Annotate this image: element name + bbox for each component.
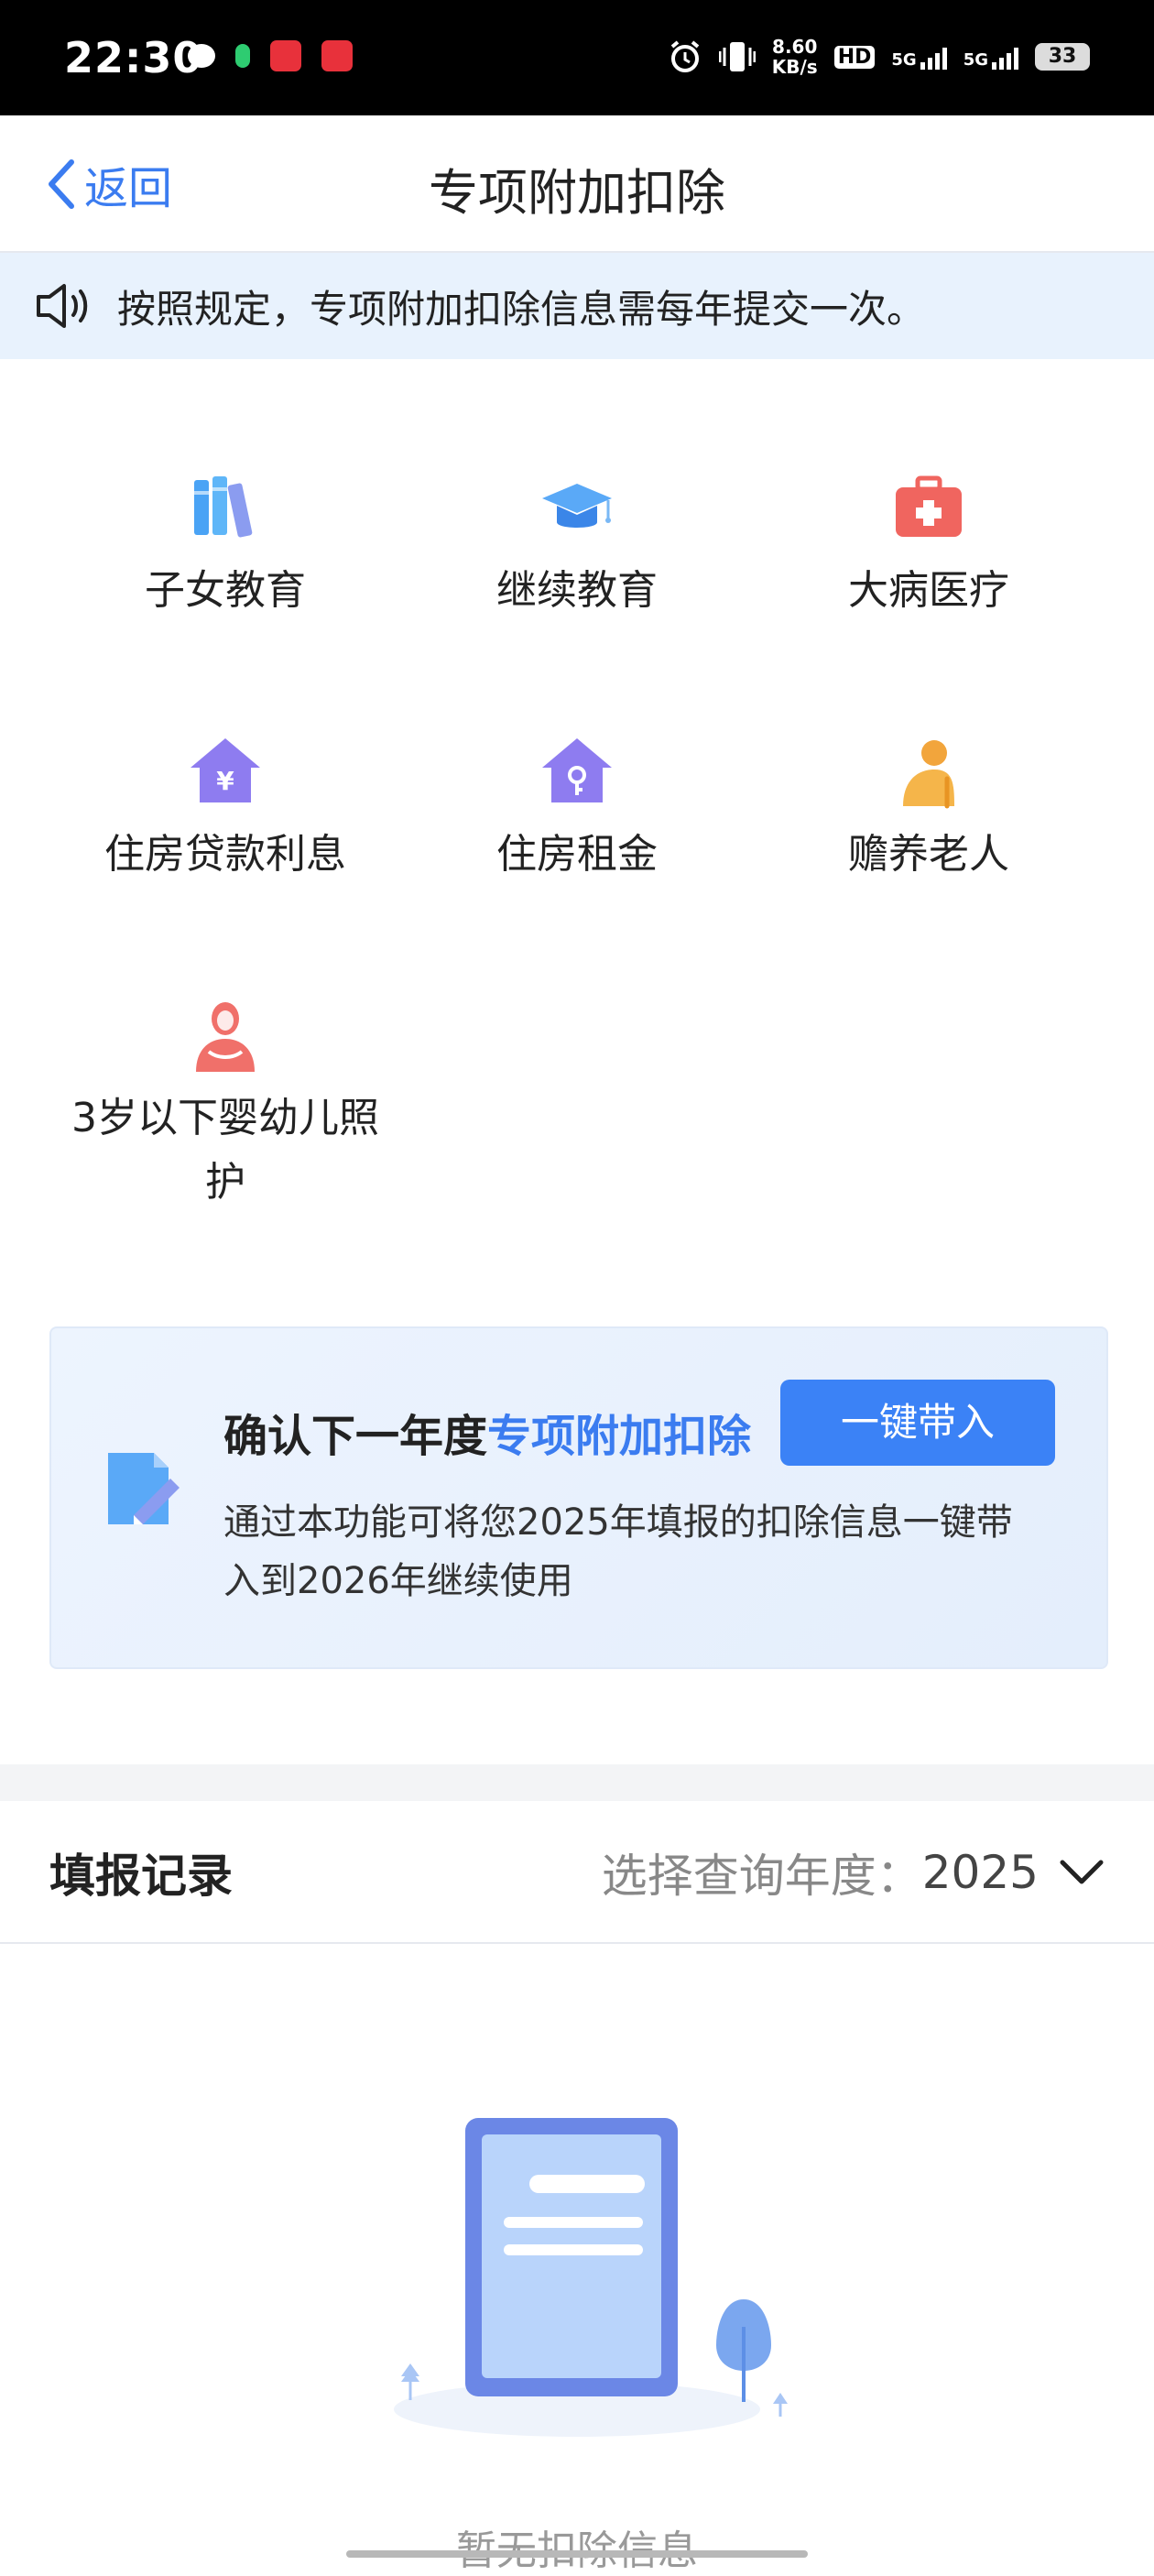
card-title: 确认下一年度专项附加扣除: [223, 1400, 751, 1464]
chevron-down-icon: [1060, 1860, 1104, 1884]
category-label: 住房租金: [496, 831, 658, 878]
records-title: 填报记录: [49, 1850, 233, 1903]
page-title: 专项附加扣除: [429, 164, 725, 222]
category-children-education[interactable]: 子女教育: [49, 469, 401, 623]
card-description: 通过本功能可将您2025年填报的扣除信息一键带入到2026年继续使用: [223, 1501, 1013, 1602]
category-serious-illness[interactable]: 大病医疗: [753, 469, 1105, 623]
category-support-elderly[interactable]: 赡养老人: [753, 733, 1105, 887]
category-label: 继续教育: [496, 567, 658, 614]
network-5g-2: 5G: [963, 44, 1018, 70]
edit-document-icon: [108, 1453, 180, 1524]
category-label: 大病医疗: [848, 567, 1009, 614]
notice-text: 按照规定，专项附加扣除信息需每年提交一次。: [117, 287, 926, 332]
category-label: 赡养老人: [848, 831, 1009, 878]
home-indicator[interactable]: [346, 2550, 808, 2558]
records-divider: [0, 1942, 1154, 1944]
category-infant-care[interactable]: 3岁以下婴幼儿照 护: [49, 997, 401, 1215]
vibrate-icon: [718, 42, 756, 71]
signal-icon: [920, 44, 947, 70]
notification-icons: [188, 40, 353, 71]
hd-icon: HD: [833, 45, 876, 69]
battery-icon: 33: [1035, 43, 1090, 71]
card-title-highlight: 专项附加扣除: [487, 1411, 752, 1462]
graduation-cap-icon: [542, 484, 612, 528]
wechat-icon: [188, 44, 215, 68]
medical-kit-icon: [896, 475, 962, 537]
tiktok-icon: [270, 40, 301, 71]
svg-text:¥: ¥: [216, 766, 234, 796]
category-label: 住房贷款利息: [104, 831, 346, 878]
category-label-line1: 3岁以下婴幼儿照: [71, 1095, 379, 1141]
net-label-1: 5G: [891, 50, 917, 70]
house-key-icon: [542, 738, 612, 802]
signal-icon: [992, 44, 1018, 70]
status-indicators: 8.60 KB/s HD 5G 5G 33: [668, 37, 1090, 77]
elderly-person-icon: [903, 740, 954, 809]
network-speed: 8.60 KB/s: [772, 37, 818, 77]
category-label-line2: 护: [205, 1159, 245, 1206]
status-bar: 22:30 8.60 KB/s HD 5G 5G 33: [0, 0, 1154, 115]
alarm-icon: [670, 40, 700, 72]
house-yuan-icon: ¥: [191, 738, 260, 802]
category-housing-rent[interactable]: 住房租金: [401, 733, 753, 887]
empty-document-illustration: [394, 2118, 788, 2437]
speed-value: 8.60: [772, 36, 818, 58]
music-app-icon: [235, 44, 250, 68]
year-selector[interactable]: 选择查询年度： 2025: [602, 1839, 1105, 1905]
year-label: 选择查询年度：: [601, 1850, 922, 1903]
speed-unit: KB/s: [771, 56, 818, 78]
nav-header: 返回 专项附加扣除: [0, 115, 1154, 253]
mother-baby-icon: [196, 1002, 255, 1072]
status-time: 22:30: [64, 33, 203, 82]
category-label: 子女教育: [145, 567, 306, 614]
books-icon: [194, 476, 253, 538]
empty-text: 暂无扣除信息: [0, 2517, 1154, 2576]
one-click-import-button[interactable]: 一键带入: [780, 1380, 1055, 1466]
section-divider: [0, 1764, 1154, 1801]
carry-forward-card: 确认下一年度专项附加扣除 一键带入 通过本功能可将您2025年填报的扣除信息一键…: [49, 1326, 1108, 1669]
taobao-icon: [321, 40, 353, 71]
category-housing-loan-interest[interactable]: ¥ 住房贷款利息: [49, 733, 401, 887]
card-title-prefix: 确认下一年度: [223, 1411, 488, 1462]
network-5g-1: 5G: [891, 44, 947, 70]
notice-banner: 按照规定，专项附加扣除信息需每年提交一次。: [0, 253, 1154, 359]
net-label-2: 5G: [963, 50, 988, 70]
year-value: 2025: [921, 1846, 1039, 1899]
speaker-icon: [37, 284, 88, 328]
category-continuing-education[interactable]: 继续教育: [401, 469, 753, 623]
